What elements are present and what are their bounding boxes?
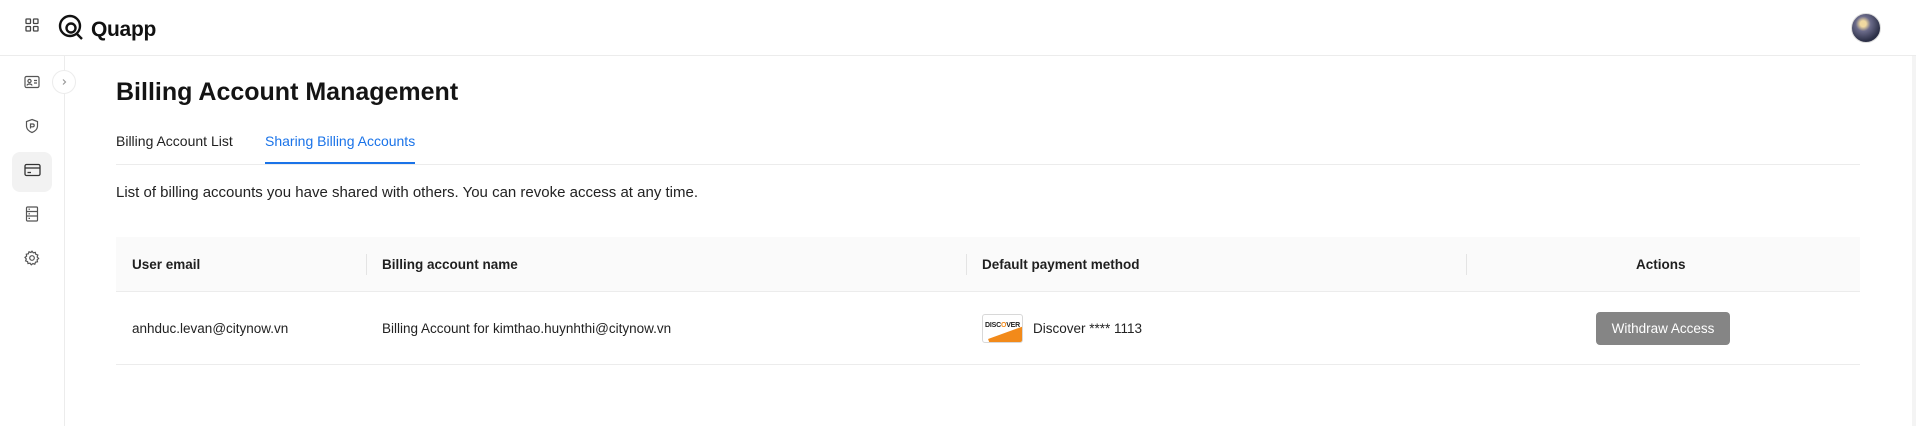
payment-method-cell: DISCOVER Discover **** 1113 (982, 292, 1142, 365)
sidebar-item-profile[interactable] (12, 64, 52, 104)
gear-icon (24, 249, 40, 271)
server-icon (25, 205, 39, 227)
column-divider (1466, 254, 1467, 275)
page-scrollbar[interactable] (1912, 56, 1916, 426)
sidebar-item-security[interactable] (12, 108, 52, 148)
sidebar-collapse-button[interactable] (52, 70, 76, 94)
user-avatar[interactable] (1851, 13, 1881, 43)
app-name: Quapp (91, 17, 156, 41)
sidebar (0, 56, 76, 426)
column-header-user-email: User email (132, 257, 201, 272)
table-row: anhduc.levan@citynow.vn Billing Account … (116, 292, 1860, 365)
id-card-icon (24, 75, 40, 94)
table-header: User email Billing account name Default … (116, 237, 1860, 292)
app-launcher-button[interactable] (21, 16, 43, 38)
top-bar: Quapp (0, 0, 1916, 56)
tabs: Billing Account List Sharing Billing Acc… (116, 56, 1860, 149)
sidebar-item-billing[interactable] (12, 152, 52, 192)
app-logo[interactable]: Quapp (57, 13, 156, 46)
withdraw-access-button[interactable]: Withdraw Access (1596, 312, 1730, 345)
column-header-billing-account-name: Billing account name (382, 257, 518, 272)
quapp-logo-icon (57, 13, 85, 46)
sidebar-item-resources[interactable] (12, 196, 52, 236)
column-divider (366, 254, 367, 275)
shared-accounts-table: User email Billing account name Default … (116, 237, 1860, 365)
page-description: List of billing accounts you have shared… (116, 184, 698, 201)
column-header-default-payment-method: Default payment method (982, 257, 1140, 272)
chevron-right-icon (60, 73, 68, 91)
sidebar-item-settings[interactable] (12, 240, 52, 280)
billing-account-name-cell: Billing Account for kimthao.huynhthi@cit… (382, 321, 672, 336)
user-email-cell: anhduc.levan@citynow.vn (132, 321, 289, 336)
shield-icon (24, 118, 40, 139)
grid-icon (25, 17, 39, 37)
tabs-divider (116, 164, 1860, 165)
column-divider (966, 254, 967, 275)
column-header-actions: Actions (1636, 257, 1686, 272)
payment-method-label: Discover **** 1113 (1033, 321, 1143, 336)
tab-sharing-billing-accounts[interactable]: Sharing Billing Accounts (265, 133, 415, 149)
credit-card-icon (23, 163, 41, 182)
tab-billing-account-list[interactable]: Billing Account List (116, 133, 233, 149)
discover-card-icon: DISCOVER (982, 314, 1023, 343)
